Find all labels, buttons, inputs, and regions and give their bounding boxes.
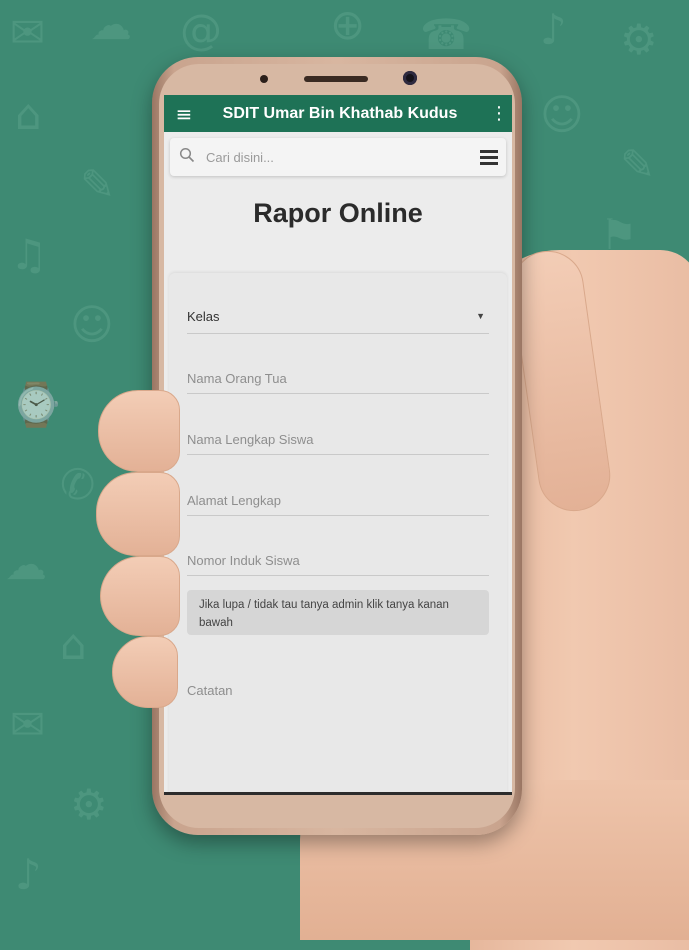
address-placeholder: Alamat Lengkap [187, 492, 281, 508]
screen-bottom-edge [164, 792, 512, 795]
notes-placeholder: Catatan [187, 683, 233, 698]
dropdown-arrow-icon: ▼ [476, 311, 485, 321]
parent-name-field[interactable]: Nama Orang Tua [187, 363, 489, 394]
notes-field[interactable]: Catatan [187, 683, 489, 698]
kelas-select[interactable]: Kelas ▼ [187, 299, 489, 334]
parent-name-placeholder: Nama Orang Tua [187, 370, 287, 386]
sensor-dot [260, 75, 268, 83]
student-name-placeholder: Nama Lengkap Siswa [187, 431, 314, 447]
hand-finger-1 [98, 390, 180, 472]
student-id-field[interactable]: Nomor Induk Siswa [187, 545, 489, 576]
student-id-placeholder: Nomor Induk Siswa [187, 552, 300, 568]
list-menu-icon[interactable] [472, 149, 506, 165]
page-title: Rapor Online [253, 198, 423, 228]
search-bar [170, 138, 506, 176]
search-icon[interactable] [170, 147, 204, 168]
hamburger-icon[interactable]: ≡ [164, 102, 204, 126]
front-camera [403, 71, 417, 85]
hand-finger-4 [112, 636, 178, 708]
address-field[interactable]: Alamat Lengkap [187, 485, 489, 516]
earpiece-speaker [304, 76, 368, 82]
phone-frame: ≡ SDIT Umar Bin Khathab Kudus ⋮ Rapor On… [152, 57, 522, 835]
hand-finger-2 [96, 472, 180, 556]
more-vertical-icon[interactable]: ⋮ [486, 103, 512, 124]
kelas-label: Kelas [187, 308, 220, 324]
hand-finger-3 [100, 556, 180, 636]
app-bar: ≡ SDIT Umar Bin Khathab Kudus ⋮ [164, 95, 512, 132]
search-input[interactable] [204, 148, 472, 166]
help-note: Jika lupa / tidak tau tanya admin klik t… [187, 590, 489, 635]
student-name-field[interactable]: Nama Lengkap Siswa [187, 424, 489, 455]
app-screen: ≡ SDIT Umar Bin Khathab Kudus ⋮ Rapor On… [164, 95, 512, 795]
app-title: SDIT Umar Bin Khathab Kudus [222, 104, 458, 122]
report-form: Kelas ▼ Nama Orang Tua Nama Lengkap Sisw… [169, 273, 507, 795]
